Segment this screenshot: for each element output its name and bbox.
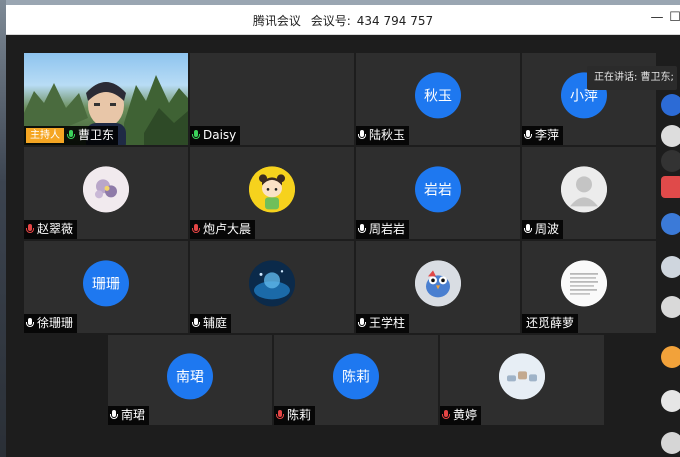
side-avatar[interactable] bbox=[661, 94, 680, 116]
avatar: 秋玉 bbox=[415, 72, 461, 119]
participant-tile-7[interactable]: 周波 bbox=[522, 147, 656, 239]
meeting-id: 434 794 757 bbox=[356, 14, 434, 28]
participant-name: 黄婷 bbox=[453, 408, 478, 422]
microphone-icon[interactable] bbox=[358, 318, 366, 329]
side-avatar[interactable] bbox=[661, 150, 680, 172]
participant-name: 王学柱 bbox=[369, 316, 406, 330]
side-avatar[interactable] bbox=[661, 296, 680, 318]
illustration-image bbox=[499, 353, 545, 400]
participant-name: 辅庭 bbox=[203, 316, 228, 330]
side-avatar[interactable] bbox=[661, 346, 680, 368]
avatar: 南珺 bbox=[167, 353, 213, 400]
participant-tile-6[interactable]: 岩岩 周岩岩 bbox=[356, 147, 520, 239]
avatar bbox=[249, 166, 295, 213]
microphone-muted-icon[interactable] bbox=[276, 410, 284, 421]
microphone-icon[interactable] bbox=[110, 410, 118, 421]
participant-name: 李萍 bbox=[535, 128, 560, 142]
microphone-icon[interactable] bbox=[67, 130, 75, 141]
participant-name-tag: 徐珊珊 bbox=[24, 314, 78, 333]
avatar bbox=[561, 260, 607, 307]
participant-tile-14[interactable]: 黄婷 bbox=[440, 335, 604, 425]
participant-name-tag: 陈莉 bbox=[274, 406, 316, 425]
title-bar: 腾讯会议 会议号: 434 794 757 — ☐ bbox=[6, 5, 680, 35]
avatar bbox=[499, 353, 545, 400]
participant-name: 周岩岩 bbox=[369, 222, 406, 236]
participant-name: 陈莉 bbox=[287, 408, 312, 422]
microphone-muted-icon[interactable] bbox=[442, 410, 450, 421]
participant-name-tag: 黄婷 bbox=[440, 406, 482, 425]
app-name: 腾讯会议 bbox=[252, 14, 301, 28]
participant-name-tag: 主持人 曹卫东 bbox=[24, 126, 119, 145]
participant-tile-12[interactable]: 南珺 南珺 bbox=[108, 335, 272, 425]
participant-name: 徐珊珊 bbox=[37, 316, 74, 330]
avatar: 珊珊 bbox=[83, 260, 129, 307]
participant-name: 曹卫东 bbox=[78, 128, 115, 142]
side-avatar[interactable] bbox=[661, 390, 680, 412]
avatar bbox=[249, 260, 295, 307]
participant-name-tag: 陆秋玉 bbox=[356, 126, 410, 145]
microphone-icon[interactable] bbox=[192, 130, 200, 141]
participant-tile-5[interactable]: 炮卢大晨 bbox=[190, 147, 354, 239]
microphone-icon[interactable] bbox=[358, 224, 366, 235]
microphone-icon[interactable] bbox=[358, 130, 366, 141]
side-avatar[interactable] bbox=[661, 213, 680, 235]
participant-tile-9[interactable]: 辅庭 bbox=[190, 241, 354, 333]
participant-name-tag: 辅庭 bbox=[190, 314, 232, 333]
participant-name-tag: Daisy bbox=[190, 126, 241, 145]
side-avatar[interactable] bbox=[661, 432, 680, 454]
bird-image bbox=[415, 260, 461, 307]
participant-name-tag: 周波 bbox=[522, 220, 564, 239]
participant-tile-2[interactable]: 秋玉 陆秋玉 bbox=[356, 53, 520, 145]
participant-tile-10[interactable]: 王学柱 bbox=[356, 241, 520, 333]
microphone-muted-icon[interactable] bbox=[26, 224, 34, 235]
avatar bbox=[415, 260, 461, 307]
participant-name-tag: 王学柱 bbox=[356, 314, 410, 333]
microphone-muted-icon[interactable] bbox=[192, 224, 200, 235]
window-title: 腾讯会议 会议号: 434 794 757 bbox=[6, 12, 680, 29]
participant-tile-1[interactable]: Daisy bbox=[190, 53, 354, 145]
meeting-id-label: 会议号: bbox=[310, 14, 351, 28]
participant-name-tag: 还觅薛萝 bbox=[522, 314, 579, 333]
participant-tile-0[interactable]: 主持人 曹卫东 bbox=[24, 53, 188, 145]
avatar bbox=[83, 166, 129, 213]
microphone-icon[interactable] bbox=[26, 318, 34, 329]
text-document-image bbox=[561, 260, 607, 307]
participant-tile-11[interactable]: 还觅薛萝 bbox=[522, 241, 656, 333]
maximize-icon[interactable]: ☐ bbox=[666, 9, 680, 27]
participant-tile-4[interactable]: 赵翠薇 bbox=[24, 147, 188, 239]
microphone-icon[interactable] bbox=[524, 130, 532, 141]
microphone-icon[interactable] bbox=[192, 318, 200, 329]
participant-name: 南珺 bbox=[121, 408, 146, 422]
microphone-icon[interactable] bbox=[524, 224, 532, 235]
participant-name-tag: 南珺 bbox=[108, 406, 150, 425]
avatar: 岩岩 bbox=[415, 166, 461, 213]
host-badge: 主持人 bbox=[26, 128, 64, 143]
participant-name-tag: 李萍 bbox=[522, 126, 564, 145]
participant-name: Daisy bbox=[203, 128, 237, 142]
side-avatar[interactable] bbox=[661, 125, 680, 147]
avatar: 陈莉 bbox=[333, 353, 379, 400]
default-user-icon bbox=[561, 166, 607, 213]
participant-name-tag: 周岩岩 bbox=[356, 220, 410, 239]
minimize-icon[interactable]: — bbox=[648, 9, 666, 27]
participant-name: 还觅薛萝 bbox=[526, 316, 575, 330]
avatar bbox=[561, 166, 607, 213]
participant-name-tag: 炮卢大晨 bbox=[190, 220, 256, 239]
participant-tile-13[interactable]: 陈莉 陈莉 bbox=[274, 335, 438, 425]
participant-name: 周波 bbox=[535, 222, 560, 236]
side-avatar[interactable] bbox=[661, 176, 680, 198]
flower-image bbox=[83, 166, 129, 213]
participant-name-tag: 赵翠薇 bbox=[24, 220, 78, 239]
participant-name: 赵翠薇 bbox=[37, 222, 74, 236]
night-scene-image bbox=[249, 260, 295, 307]
speaking-indicator: 正在讲话: 曹卫东; bbox=[587, 66, 677, 90]
participant-name: 炮卢大晨 bbox=[203, 222, 252, 236]
participant-tile-8[interactable]: 珊珊 徐珊珊 bbox=[24, 241, 188, 333]
side-avatar[interactable] bbox=[661, 256, 680, 278]
participant-name: 陆秋玉 bbox=[369, 128, 406, 142]
cartoon-girl-image bbox=[249, 166, 295, 213]
